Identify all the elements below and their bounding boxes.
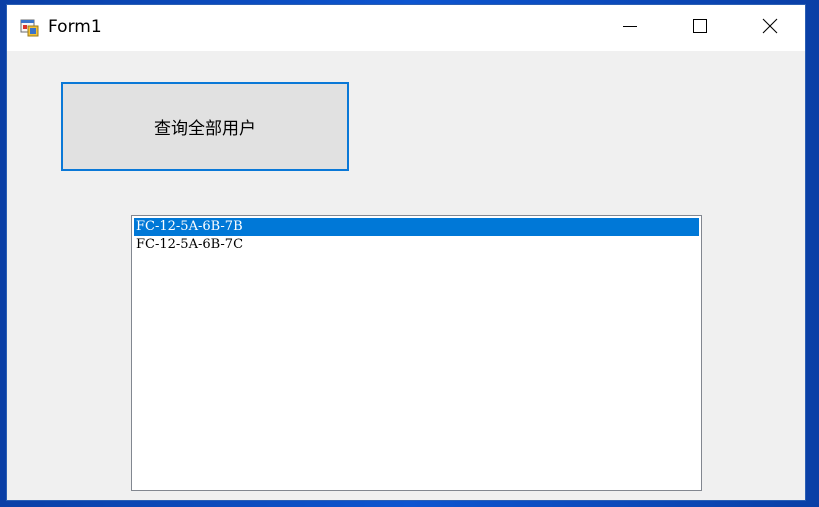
list-item[interactable]: FC-12-5A-6B-7B bbox=[134, 218, 699, 236]
close-icon bbox=[762, 18, 778, 38]
list-item[interactable]: FC-12-5A-6B-7C bbox=[134, 236, 699, 254]
app-form-icon bbox=[20, 18, 40, 38]
form-window: Form1 查询全部用户 FC-12-5A-6B-7B FC-12-5A-6B-… bbox=[6, 4, 806, 501]
minimize-button[interactable] bbox=[595, 5, 665, 51]
title-bar[interactable]: Form1 bbox=[7, 5, 805, 51]
window-title: Form1 bbox=[48, 17, 102, 37]
query-all-users-button[interactable]: 查询全部用户 bbox=[61, 82, 349, 171]
minimize-icon bbox=[622, 18, 638, 38]
maximize-button[interactable] bbox=[665, 5, 735, 51]
users-listbox[interactable]: FC-12-5A-6B-7B FC-12-5A-6B-7C bbox=[131, 215, 702, 491]
close-button[interactable] bbox=[735, 5, 805, 51]
maximize-icon bbox=[692, 18, 708, 38]
